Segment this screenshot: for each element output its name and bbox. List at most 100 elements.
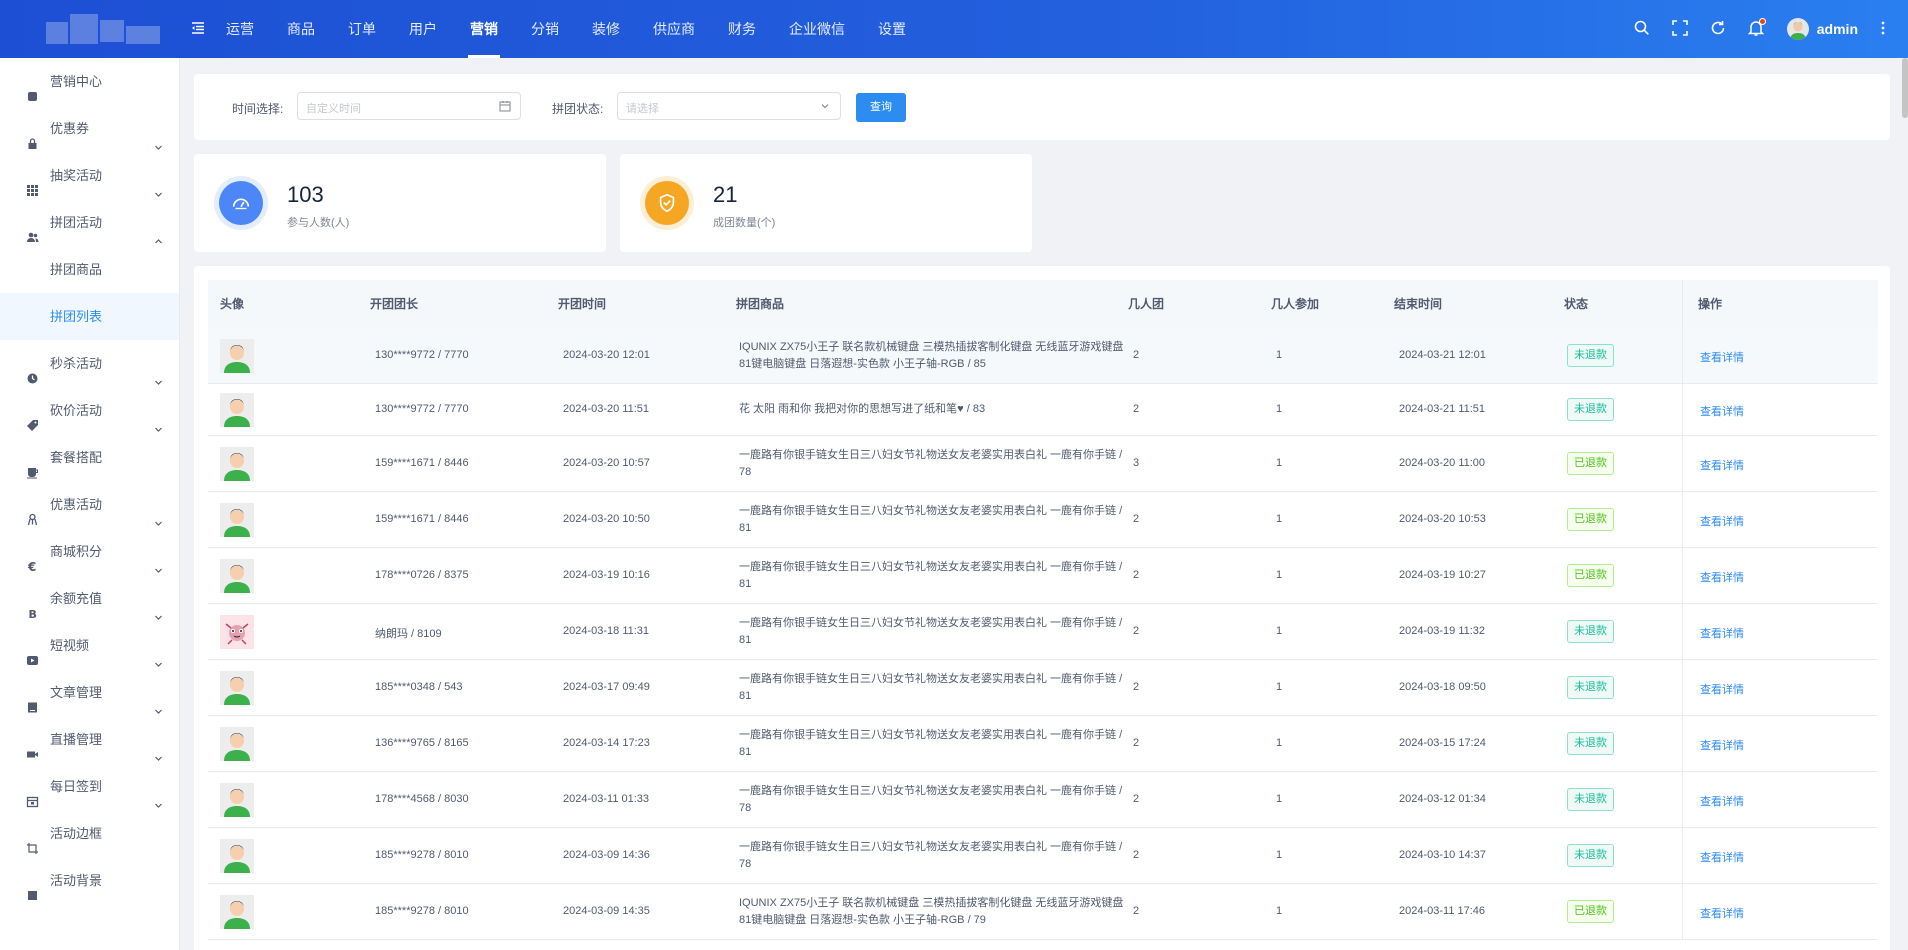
view-detail-link[interactable]: 查看详情 <box>1700 569 1744 585</box>
view-detail-link[interactable]: 查看详情 <box>1700 905 1744 921</box>
sidebar-item-10[interactable]: 短视频 <box>0 622 179 669</box>
username[interactable]: admin <box>1817 21 1858 37</box>
nav-item-2[interactable]: 订单 <box>348 0 376 58</box>
cell-end: 2024-03-19 10:27 <box>1399 569 1486 581</box>
table-row[interactable]: 130****9772 / 7770 2024-03-20 11:51 花 太阳 雨… <box>208 384 1878 436</box>
view-detail-link[interactable]: 查看详情 <box>1700 737 1744 753</box>
cell-leader: 178****0726 / 8375 <box>375 569 469 581</box>
cell-goods: IQUNIX ZX75小王子 联名款机械键盘 三模热插拔客制化键盘 无线蓝牙游戏… <box>739 341 1124 370</box>
sidebar-item-0[interactable]: 营销中心 <box>0 58 179 105</box>
view-detail-link[interactable]: 查看详情 <box>1700 849 1744 865</box>
table-row[interactable]: 159****1671 / 8446 2024-03-20 10:57 一鹿路有你银… <box>208 436 1878 492</box>
table-row[interactable]: 178****0726 / 8375 2024-03-19 10:16 一鹿路有你银… <box>208 548 1878 604</box>
view-detail-link[interactable]: 查看详情 <box>1700 457 1744 473</box>
avatar <box>220 783 254 817</box>
tag-icon <box>26 404 39 431</box>
sidebar-item-1[interactable]: 优惠券 <box>0 105 179 152</box>
sidebar-item-label: 活动背景 <box>50 873 103 888</box>
cell-leader: 159****1671 / 8446 <box>375 513 469 525</box>
table-row[interactable]: 185****0348 / 543 2024-03-17 09:49 一鹿路有你银手… <box>208 660 1878 716</box>
participants-label: 参与人数(人) <box>287 217 350 229</box>
frame-icon <box>26 827 39 854</box>
scrollbar-thumb[interactable] <box>1902 58 1908 118</box>
column-divider <box>1682 660 1683 715</box>
cell-goods: 一鹿路有你银手链女生日三八妇女节礼物送女友老婆实用表白礼 一鹿有你手链 / 78 <box>739 449 1123 478</box>
status-badge: 未退款 <box>1567 732 1614 755</box>
refresh-icon[interactable] <box>1709 19 1729 39</box>
nav-item-4[interactable]: 营销 <box>468 0 500 58</box>
user-avatar[interactable] <box>1786 18 1809 40</box>
sidebar-item-2[interactable]: 抽奖活动 <box>0 152 179 199</box>
sidebar-item-5[interactable]: 砍价活动 <box>0 387 179 434</box>
fullscreen-icon[interactable] <box>1671 19 1691 39</box>
cell-team: 2 <box>1133 793 1140 805</box>
sidebar-subitem-3-0[interactable]: 拼团商品 <box>0 246 179 293</box>
search-icon[interactable] <box>1633 19 1653 39</box>
cell-joined: 1 <box>1276 681 1283 693</box>
sidebar-item-8[interactable]: € 商城积分 <box>0 528 179 575</box>
status-placeholder: 请选择 <box>626 103 659 115</box>
table-row[interactable]: 178****4568 / 8030 2024-03-11 01:33 一鹿路有你银… <box>208 772 1878 828</box>
view-detail-link[interactable]: 查看详情 <box>1700 513 1744 529</box>
column-divider <box>1682 384 1683 435</box>
nav-item-0[interactable]: 运营 <box>226 0 254 58</box>
sidebar-item-14[interactable]: 活动边框 <box>0 810 179 857</box>
column-header-3: 拼团商品 <box>736 297 785 311</box>
sidebar-item-label: 抽奖活动 <box>50 168 103 183</box>
cell-team: 2 <box>1133 905 1140 917</box>
logo[interactable] <box>40 8 170 52</box>
menu-collapse-icon[interactable] <box>190 20 206 36</box>
cell-leader: 130****9772 / 7770 <box>375 403 469 415</box>
table-row[interactable]: 185****9278 / 8010 2024-03-09 14:36 一鹿路有你银… <box>208 828 1878 884</box>
sidebar-item-4[interactable]: 秒杀活动 <box>0 340 179 387</box>
page-scrollbar[interactable] <box>1902 58 1908 950</box>
avatar <box>220 839 254 873</box>
sidebar-item-9[interactable]: B 余额充值 <box>0 575 179 622</box>
nav-item-3[interactable]: 用户 <box>409 0 437 58</box>
nav-item-1[interactable]: 商品 <box>287 0 315 58</box>
nav-item-5[interactable]: 分销 <box>531 0 559 58</box>
sidebar-item-15[interactable]: 活动背景 <box>0 857 179 904</box>
view-detail-link[interactable]: 查看详情 <box>1700 625 1744 641</box>
column-divider <box>1682 548 1683 603</box>
column-divider <box>1682 436 1683 491</box>
sidebar-item-3[interactable]: 拼团活动 <box>0 199 179 246</box>
sidebar-item-7[interactable]: 优惠活动 <box>0 481 179 528</box>
nav-item-9[interactable]: 企业微信 <box>789 0 845 58</box>
view-detail-link[interactable]: 查看详情 <box>1700 681 1744 697</box>
nav-item-7[interactable]: 供应商 <box>653 0 695 58</box>
view-detail-link[interactable]: 查看详情 <box>1700 403 1744 419</box>
cell-team: 2 <box>1133 349 1140 361</box>
sidebar-item-6[interactable]: 套餐搭配 <box>0 434 179 481</box>
calendar-icon <box>499 100 511 112</box>
table-row[interactable]: 159****1671 / 8446 2024-03-20 10:50 一鹿路有你银… <box>208 492 1878 548</box>
date-range-input[interactable]: 自定义时间 <box>297 92 521 120</box>
sidebar-item-12[interactable]: 直播管理 <box>0 716 179 763</box>
camera-icon <box>26 733 39 758</box>
table-row[interactable]: 纳朗玛 / 8109 2024-03-18 11:31 一鹿路有你银手链女生日三八妇… <box>208 604 1878 660</box>
stat-card-teams: 21 成团数量(个) <box>620 154 1032 252</box>
video-icon <box>26 639 39 665</box>
nav-item-6[interactable]: 装修 <box>592 0 620 58</box>
avatar <box>220 727 254 761</box>
query-button[interactable]: 查询 <box>856 93 906 122</box>
nav-item-10[interactable]: 设置 <box>878 0 906 58</box>
sidebar-item-11[interactable]: 文章管理 <box>0 669 179 716</box>
view-detail-link[interactable]: 查看详情 <box>1700 349 1744 365</box>
sidebar-item-13[interactable]: 每日签到 <box>0 763 179 810</box>
avatar <box>220 339 254 373</box>
view-detail-link[interactable]: 查看详情 <box>1700 793 1744 809</box>
more-vertical-icon[interactable] <box>1880 19 1888 39</box>
sidebar-item-label: 余额充值 <box>50 591 103 606</box>
sidebar-subitem-3-1[interactable]: 拼团列表 <box>0 293 179 340</box>
table-row[interactable]: 185****9278 / 8010 2024-03-09 14:35 IQUNIX… <box>208 884 1878 940</box>
table-row[interactable]: 130****9772 / 7770 2024-03-20 12:01 IQUNIX… <box>208 328 1878 384</box>
table-row[interactable]: 136****9765 / 8165 2024-03-14 17:23 一鹿路有你银… <box>208 716 1878 772</box>
bell-icon[interactable] <box>1747 18 1767 39</box>
avatar <box>220 503 254 537</box>
nav-item-8[interactable]: 财务 <box>728 0 756 58</box>
group-icon <box>26 216 39 242</box>
status-select[interactable]: 请选择 <box>617 92 841 120</box>
avatar <box>220 615 254 649</box>
bitcoin-icon: B <box>26 592 39 621</box>
